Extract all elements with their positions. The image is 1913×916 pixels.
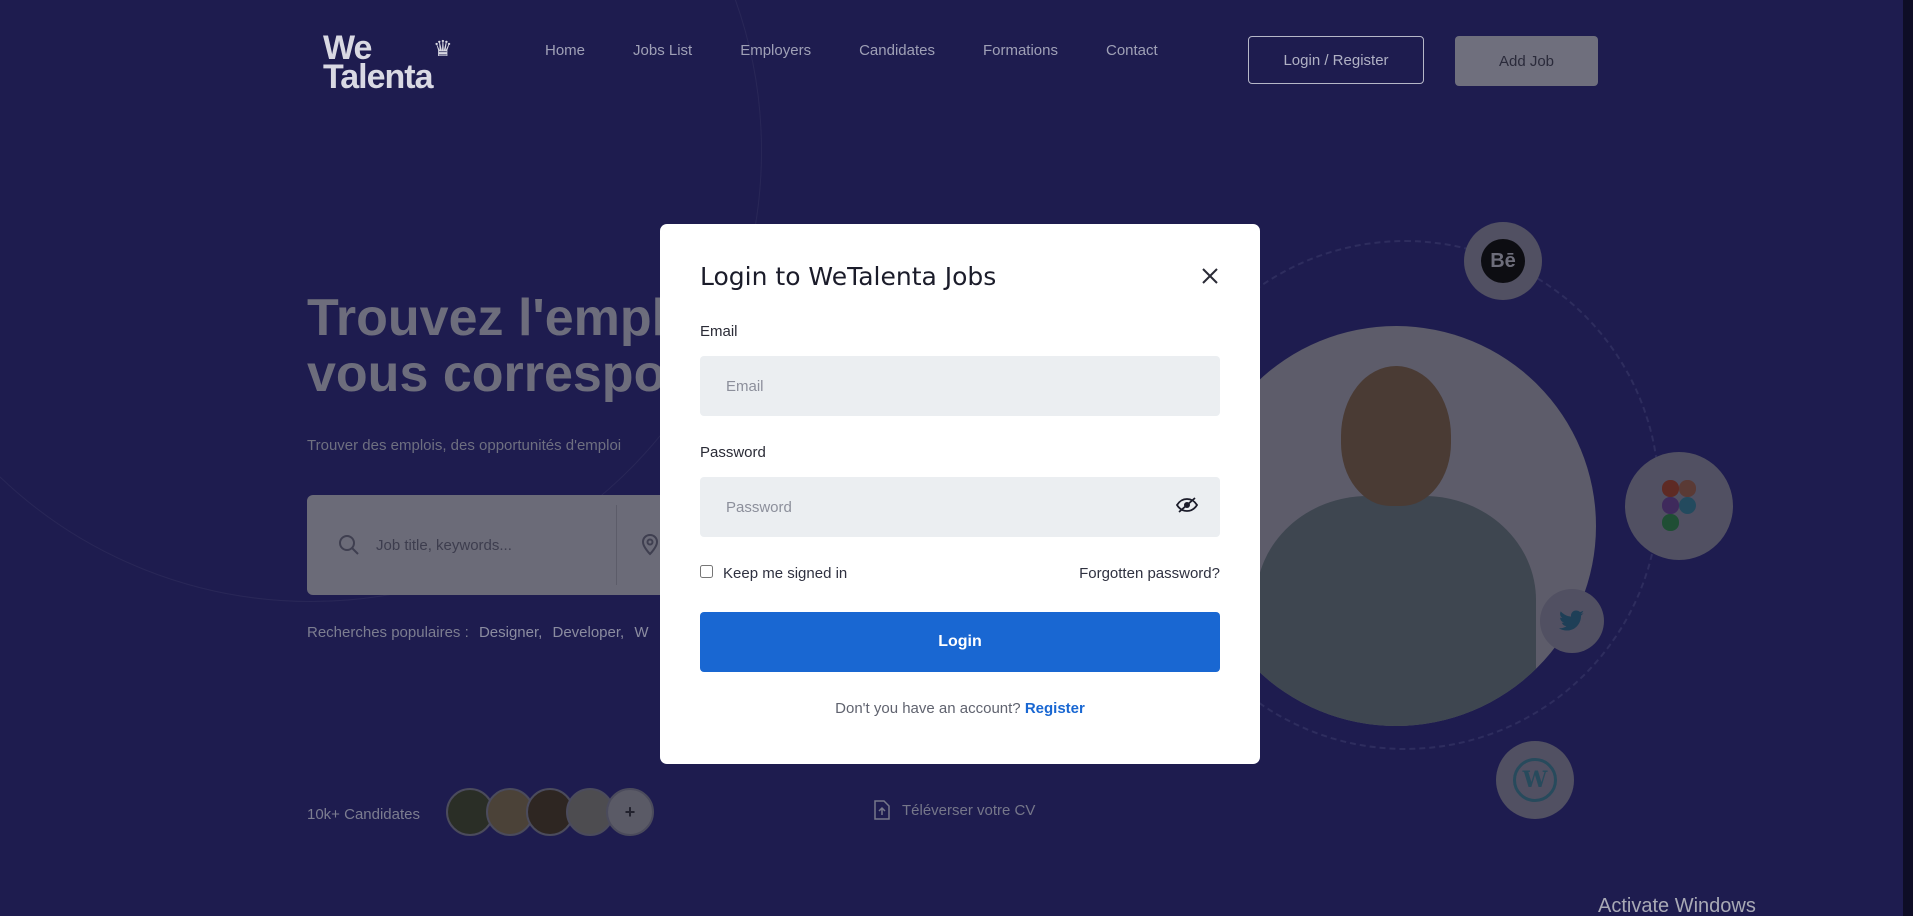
email-label: Email <box>700 323 738 340</box>
popular-item-designer[interactable]: Designer, <box>479 624 542 641</box>
popular-item-developer[interactable]: Developer, <box>552 624 624 641</box>
login-modal: Login to WeTalenta Jobs Email Password K… <box>660 224 1260 764</box>
wordpress-icon: W <box>1496 741 1574 819</box>
add-job-button[interactable]: Add Job <box>1455 36 1598 86</box>
toggle-password-visibility-icon[interactable] <box>1176 496 1198 514</box>
page-background: We Talenta ♛ Home Jobs List Employers Ca… <box>0 0 1903 916</box>
login-register-button[interactable]: Login / Register <box>1248 36 1424 84</box>
location-icon <box>641 534 659 556</box>
behance-icon: Bē <box>1464 222 1542 300</box>
no-account-text: Don't you have an account? <box>835 700 1021 717</box>
forgot-password-link[interactable]: Forgotten password? <box>1079 565 1220 582</box>
nav-formations[interactable]: Formations <box>983 42 1058 59</box>
hero-title: Trouvez l'empl vous correspo <box>307 289 667 403</box>
logo-line2: Talenta <box>323 58 434 96</box>
email-field[interactable] <box>700 356 1220 416</box>
keep-signed-in-label[interactable]: Keep me signed in <box>723 565 847 582</box>
register-prompt: Don't you have an account? Register <box>660 700 1260 717</box>
upload-cv-label: Téléverser votre CV <box>902 801 1036 819</box>
upload-icon <box>874 800 890 820</box>
nav-employers[interactable]: Employers <box>740 42 811 59</box>
person-body <box>1256 496 1536 726</box>
candidates-count: 10k+ Candidates <box>307 806 420 823</box>
password-label: Password <box>700 444 766 461</box>
hero-subtitle: Trouver des emplois, des opportunités d'… <box>307 437 622 454</box>
twitter-icon <box>1540 589 1604 653</box>
job-search-input[interactable]: Job title, keywords... <box>376 537 512 554</box>
close-icon[interactable] <box>1200 266 1220 286</box>
nav-home[interactable]: Home <box>545 42 585 59</box>
upload-cv-link[interactable]: Téléverser votre CV <box>874 800 1035 820</box>
candidate-avatars: + <box>446 788 654 836</box>
popular-item-w[interactable]: W <box>634 624 648 641</box>
popular-label: Recherches populaires : <box>307 624 469 641</box>
login-button[interactable]: Login <box>700 612 1220 672</box>
nav-jobs-list[interactable]: Jobs List <box>633 42 692 59</box>
scrollbar[interactable] <box>1903 0 1913 916</box>
person-head <box>1341 366 1451 506</box>
nav-contact[interactable]: Contact <box>1106 42 1158 59</box>
logo[interactable]: We Talenta ♛ <box>323 31 453 96</box>
crown-icon: ♛ <box>433 36 453 61</box>
register-link[interactable]: Register <box>1025 700 1085 717</box>
keep-signed-in-checkbox[interactable] <box>700 565 713 578</box>
password-field[interactable] <box>700 477 1220 537</box>
modal-title: Login to WeTalenta Jobs <box>700 262 997 291</box>
activate-windows-watermark: Activate Windows <box>1598 895 1756 916</box>
main-nav: Home Jobs List Employers Candidates Form… <box>545 42 1206 59</box>
search-divider <box>616 505 617 585</box>
search-icon <box>339 535 359 555</box>
nav-candidates[interactable]: Candidates <box>859 42 935 59</box>
figma-icon <box>1625 452 1733 560</box>
popular-searches: Recherches populaires : Designer, Develo… <box>307 624 649 641</box>
add-avatar-icon[interactable]: + <box>606 788 654 836</box>
